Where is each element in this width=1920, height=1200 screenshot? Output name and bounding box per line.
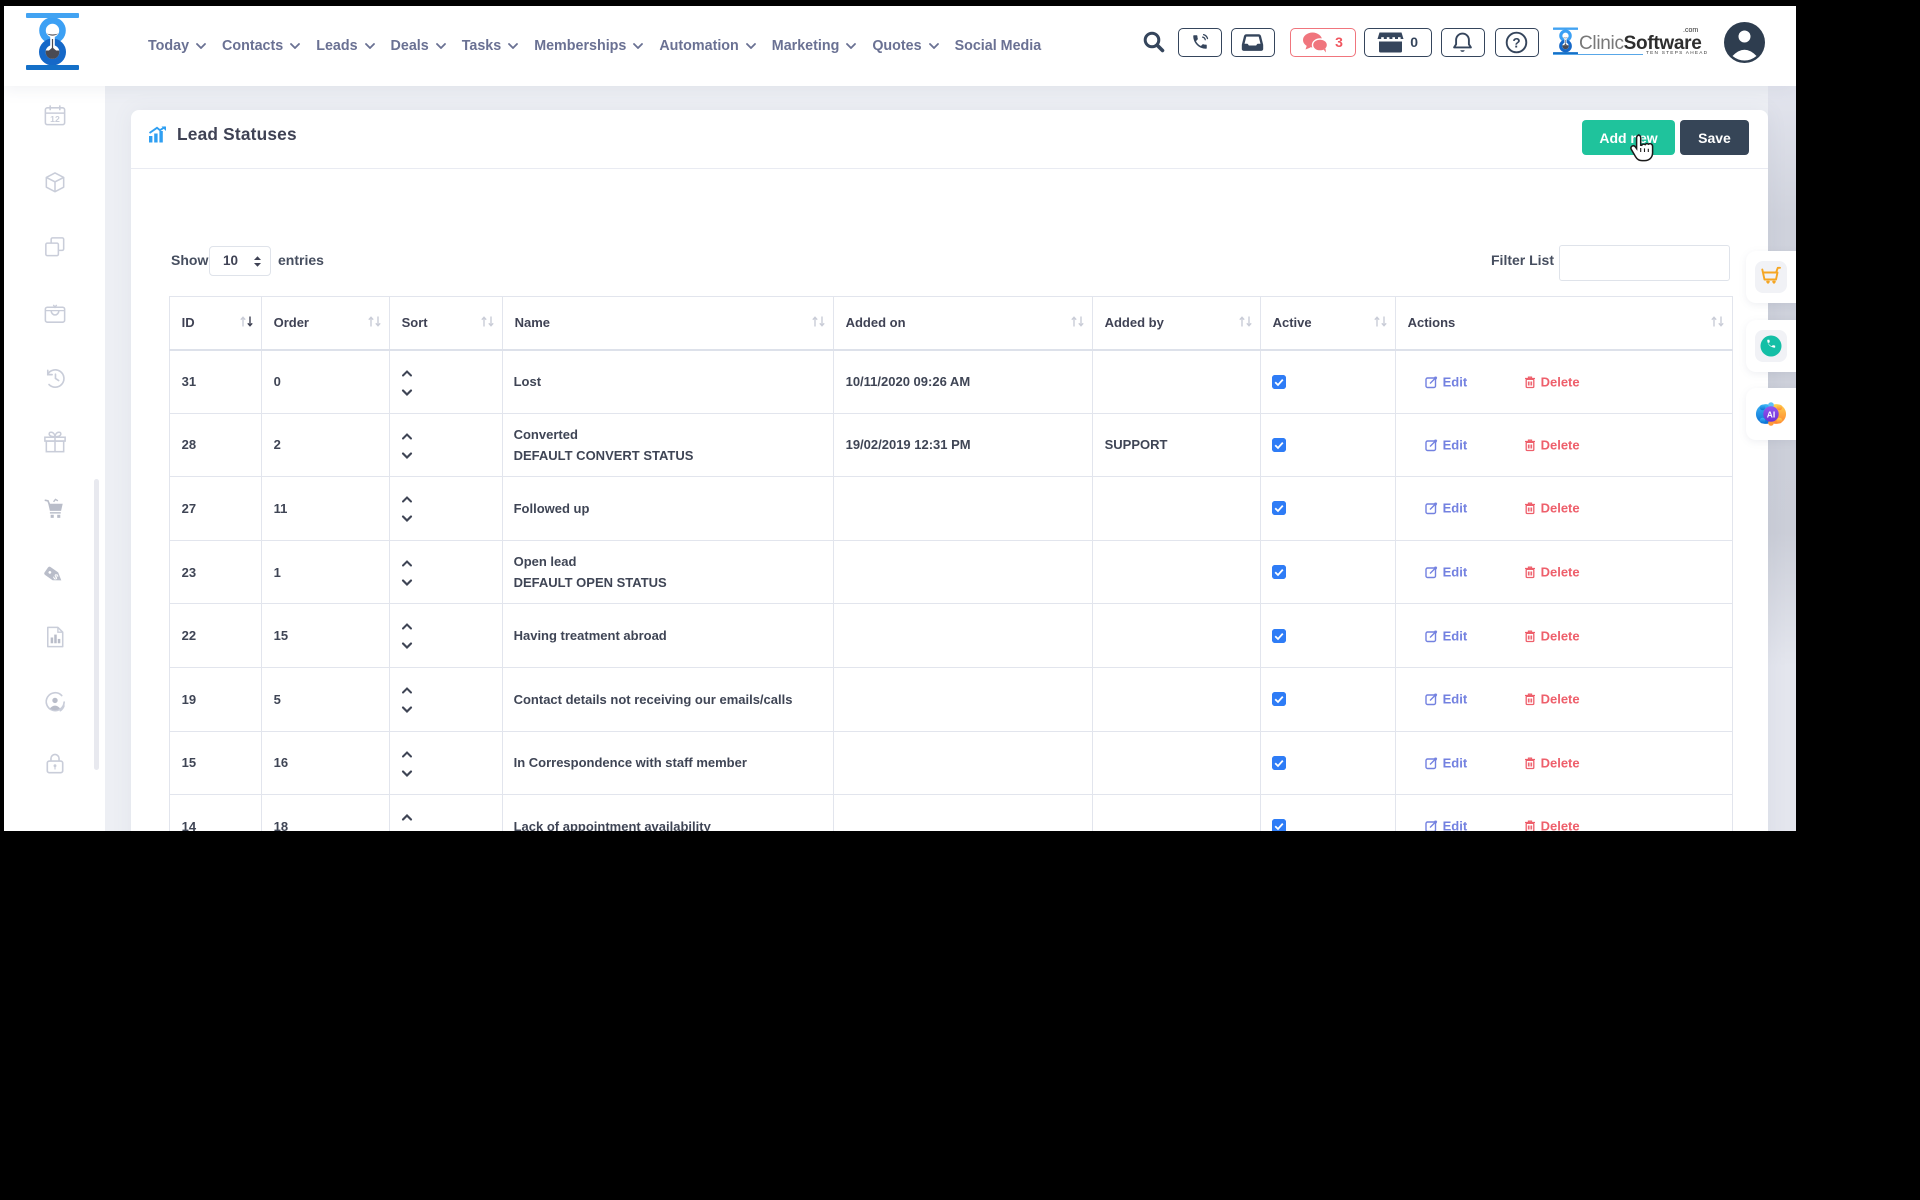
svg-text:12: 12 (50, 114, 60, 124)
svg-text:?: ? (1512, 35, 1520, 50)
svg-text:AI: AI (1767, 409, 1775, 419)
